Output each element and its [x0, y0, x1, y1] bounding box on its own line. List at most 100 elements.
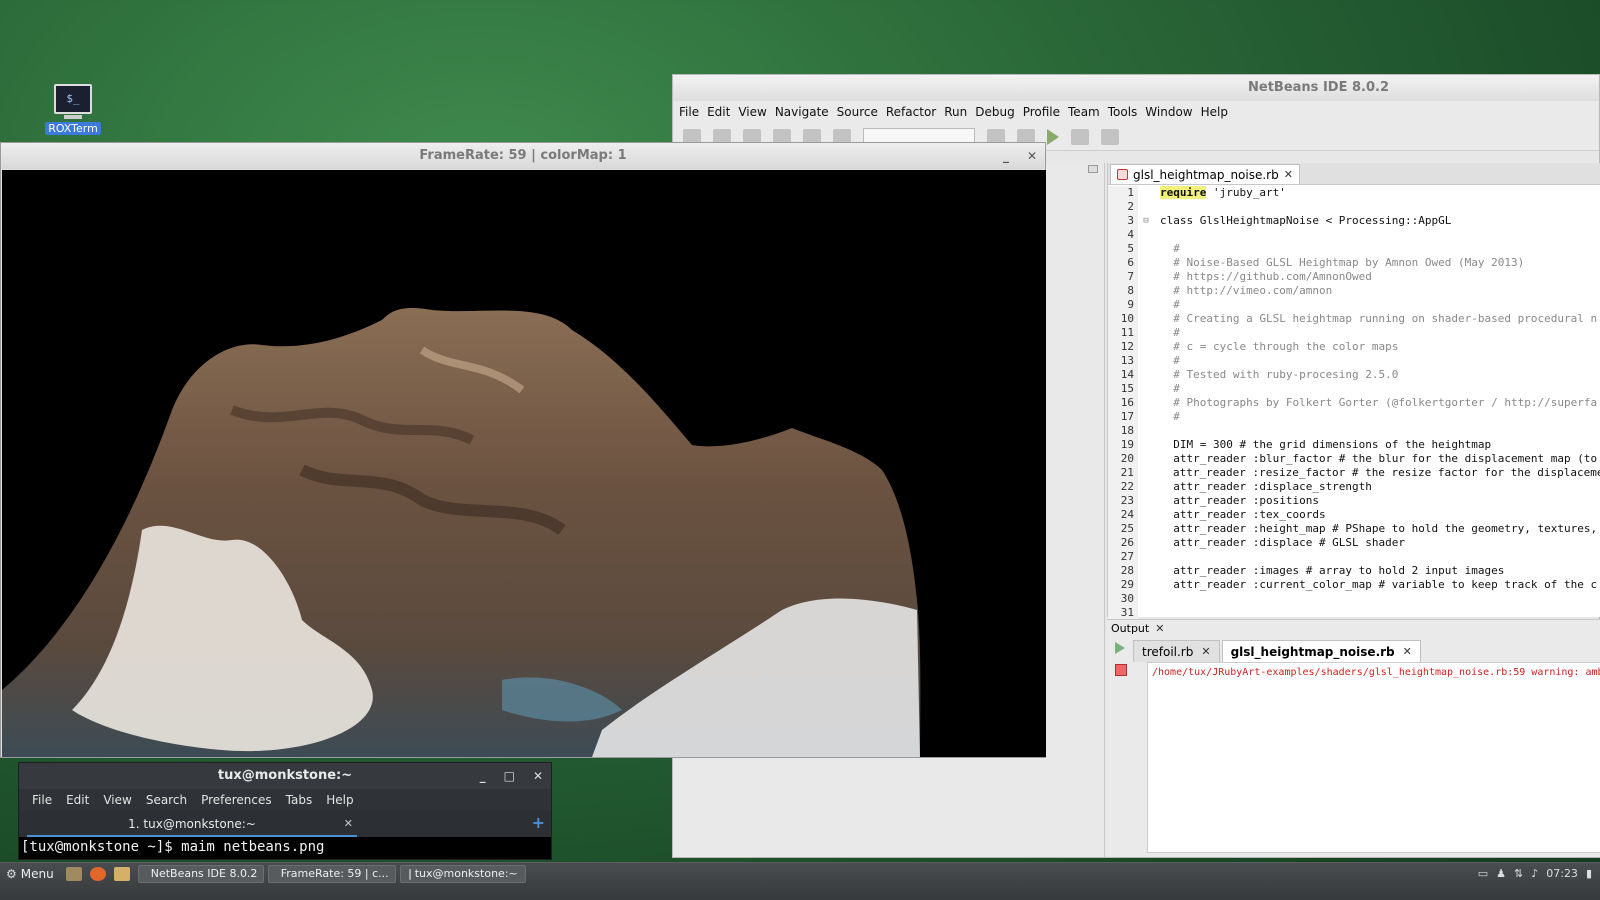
menu-file[interactable]: File — [675, 101, 703, 123]
close-tab-icon[interactable]: ✕ — [1284, 165, 1293, 185]
code-line: 4 — [1108, 228, 1600, 242]
code-line: 1 require 'jruby_art' — [1108, 186, 1600, 200]
code-line: 18 — [1108, 424, 1600, 438]
fold-icon[interactable] — [1138, 326, 1154, 340]
code-text: attr_reader :images # array to hold 2 in… — [1160, 564, 1505, 577]
fold-icon[interactable] — [1138, 284, 1154, 298]
menu-debug[interactable]: Debug — [971, 101, 1018, 123]
close-tab-icon[interactable]: ✕ — [344, 813, 353, 835]
fold-icon[interactable] — [1138, 606, 1154, 620]
term-menu-view[interactable]: View — [96, 789, 138, 811]
line-number: 13 — [1108, 354, 1138, 368]
minimize-pane-icon[interactable] — [1088, 165, 1098, 173]
minimize-icon[interactable]: _ — [480, 763, 486, 789]
line-number: 19 — [1108, 438, 1138, 452]
output-tab-trefoil[interactable]: trefoil.rb ✕ — [1133, 640, 1220, 662]
line-number: 31 — [1108, 606, 1138, 620]
code-text: # — [1160, 354, 1180, 367]
start-menu-button[interactable]: ⚙ Menu — [0, 865, 62, 883]
profile-icon[interactable] — [1101, 128, 1119, 145]
show-desktop-icon[interactable]: ▮ — [1586, 865, 1592, 883]
stop-icon[interactable] — [1115, 664, 1127, 676]
fold-icon[interactable] — [1138, 186, 1154, 200]
menu-run[interactable]: Run — [940, 101, 971, 123]
terminal-tab[interactable]: 1. tux@monkstone:~ ✕ — [27, 813, 357, 837]
close-tab-icon[interactable]: ✕ — [1403, 641, 1412, 662]
fold-icon[interactable] — [1138, 550, 1154, 564]
term-menu-help[interactable]: Help — [319, 789, 360, 811]
code-editor: glsl_heightmap_noise.rb ✕ 1 require 'jrub… — [1107, 163, 1600, 620]
fold-icon[interactable] — [1138, 438, 1154, 452]
fold-icon[interactable] — [1138, 508, 1154, 522]
menu-team[interactable]: Team — [1064, 101, 1104, 123]
term-menu-edit[interactable]: Edit — [59, 789, 96, 811]
menu-help[interactable]: Help — [1197, 101, 1232, 123]
term-menu-tabs[interactable]: Tabs — [279, 789, 320, 811]
network-icon[interactable]: ⇅ — [1514, 865, 1523, 883]
fold-icon[interactable] — [1138, 200, 1154, 214]
task-sketch[interactable]: FrameRate: 59 | c... — [267, 865, 396, 883]
folder-launcher-icon[interactable] — [113, 867, 130, 881]
menu-profile[interactable]: Profile — [1019, 101, 1064, 123]
task-netbeans[interactable]: NetBeans IDE 8.0.2 — [137, 865, 264, 883]
close-icon[interactable]: ✕ — [533, 763, 543, 789]
debug-icon[interactable] — [1071, 128, 1089, 145]
clock[interactable]: 07:23 — [1546, 865, 1578, 883]
minimize-icon[interactable]: _ — [1003, 143, 1009, 169]
window-list-icon[interactable]: ▭ — [1478, 865, 1488, 883]
menu-tools[interactable]: Tools — [1104, 101, 1142, 123]
fold-icon[interactable] — [1138, 578, 1154, 592]
term-menu-preferences[interactable]: Preferences — [194, 789, 279, 811]
terminal-prompt-line[interactable]: [tux@monkstone ~]$ maim netbeans.png — [19, 837, 551, 859]
menu-view[interactable]: View — [734, 101, 770, 123]
fold-icon[interactable] — [1138, 312, 1154, 326]
close-tab-icon[interactable]: ✕ — [1201, 641, 1210, 662]
fold-icon[interactable] — [1138, 410, 1154, 424]
fold-icon[interactable] — [1138, 256, 1154, 270]
fold-icon[interactable] — [1138, 368, 1154, 382]
fold-icon[interactable] — [1138, 270, 1154, 284]
close-output-icon[interactable]: ✕ — [1155, 620, 1164, 638]
fold-icon[interactable] — [1138, 452, 1154, 466]
fold-icon[interactable] — [1138, 396, 1154, 410]
fold-icon[interactable] — [1138, 480, 1154, 494]
fold-icon[interactable] — [1138, 494, 1154, 508]
fold-icon[interactable] — [1138, 242, 1154, 256]
fold-icon[interactable] — [1138, 354, 1154, 368]
firefox-launcher-icon[interactable] — [89, 867, 106, 881]
run-icon[interactable] — [1047, 128, 1059, 145]
fold-icon[interactable] — [1138, 382, 1154, 396]
volume-icon[interactable]: ♪ — [1531, 865, 1538, 883]
editor-tab-active[interactable]: glsl_heightmap_noise.rb ✕ — [1110, 164, 1300, 184]
fold-icon[interactable]: ⊟ — [1138, 214, 1154, 228]
term-menu-search[interactable]: Search — [139, 789, 194, 811]
menu-navigate[interactable]: Navigate — [771, 101, 833, 123]
maximize-icon[interactable]: □ — [504, 763, 515, 789]
fold-icon[interactable] — [1138, 522, 1154, 536]
new-tab-icon[interactable]: + — [532, 813, 545, 832]
code-area[interactable]: 1 require 'jruby_art' 2 3 ⊟ class GlslHeightm… — [1108, 186, 1600, 620]
menu-edit[interactable]: Edit — [703, 101, 734, 123]
fold-icon[interactable] — [1138, 536, 1154, 550]
fold-icon[interactable] — [1138, 466, 1154, 480]
fold-icon[interactable] — [1138, 298, 1154, 312]
fold-icon[interactable] — [1138, 564, 1154, 578]
term-menu-file[interactable]: File — [25, 789, 59, 811]
fold-icon[interactable] — [1138, 424, 1154, 438]
desktop-icon-roxterm[interactable]: $_ ROXTerm — [44, 84, 102, 135]
line-number: 2 — [1108, 200, 1138, 214]
task-terminal[interactable]: tux@monkstone:~ — [399, 865, 526, 883]
user-icon[interactable]: ♟ — [1496, 865, 1506, 883]
sketch-canvas[interactable] — [2, 170, 1046, 757]
fold-icon[interactable] — [1138, 228, 1154, 242]
fold-icon[interactable] — [1138, 340, 1154, 354]
menu-window[interactable]: Window — [1141, 101, 1196, 123]
menu-refactor[interactable]: Refactor — [882, 101, 940, 123]
output-tab-heightmap[interactable]: glsl_heightmap_noise.rb ✕ — [1221, 640, 1421, 662]
close-icon[interactable]: ✕ — [1027, 143, 1037, 169]
file-manager-launcher-icon[interactable] — [65, 867, 82, 881]
rerun-icon[interactable] — [1115, 642, 1125, 654]
menu-source[interactable]: Source — [833, 101, 882, 123]
fold-icon[interactable] — [1138, 592, 1154, 606]
